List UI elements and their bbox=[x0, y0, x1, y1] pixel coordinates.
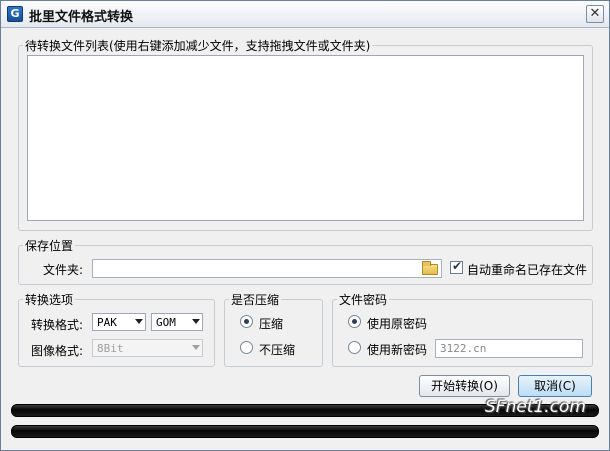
save-location-legend: 保存位置 bbox=[25, 239, 74, 253]
compress-label[interactable]: 压缩 bbox=[259, 315, 283, 332]
folder-browse-icon[interactable] bbox=[422, 261, 438, 275]
progress-bar-total bbox=[11, 425, 599, 438]
format-from-select[interactable]: PAK bbox=[92, 313, 146, 331]
image-format-select[interactable]: 8Bit bbox=[92, 339, 203, 357]
use-new-password-label[interactable]: 使用新密码 bbox=[367, 341, 427, 358]
no-compress-label[interactable]: 不压缩 bbox=[259, 341, 295, 358]
folder-label: 文件夹: bbox=[43, 263, 84, 277]
use-new-password-radio[interactable] bbox=[348, 341, 361, 354]
start-convert-button[interactable]: 开始转换(O) bbox=[419, 375, 510, 397]
auto-rename-checkbox[interactable]: ✔ bbox=[450, 259, 463, 274]
dialog-window: G 批里文件格式转换 ✕ 待转换文件列表(使用右键添加减少文件，支持拖拽文件或文… bbox=[0, 0, 610, 451]
auto-rename-label[interactable]: 自动重命名已存在文件 bbox=[467, 261, 587, 278]
format-to-select[interactable]: GOM bbox=[151, 313, 203, 331]
folder-path-input[interactable] bbox=[92, 259, 442, 278]
cancel-button[interactable]: 取消(C) bbox=[518, 375, 592, 397]
title-bar[interactable]: G 批里文件格式转换 ✕ bbox=[1, 1, 609, 28]
image-format-value: 8Bit bbox=[97, 342, 124, 355]
format-to-value: GOM bbox=[156, 316, 176, 329]
chevron-down-icon bbox=[192, 345, 200, 350]
window-title: 批里文件格式转换 bbox=[29, 10, 134, 25]
close-button[interactable]: ✕ bbox=[586, 5, 604, 23]
format-from-value: PAK bbox=[97, 316, 117, 329]
password-legend: 文件密码 bbox=[339, 293, 388, 307]
new-password-input[interactable]: 3122.cn bbox=[435, 339, 583, 358]
compression-legend: 是否压缩 bbox=[231, 293, 280, 307]
file-list-legend: 待转换文件列表(使用右键添加减少文件，支持拖拽文件或文件夹) bbox=[25, 39, 371, 53]
convert-options-legend: 转换选项 bbox=[25, 293, 74, 307]
checkmark-icon: ✔ bbox=[452, 259, 463, 273]
file-list-box[interactable] bbox=[27, 55, 584, 221]
no-compress-radio[interactable] bbox=[240, 341, 253, 354]
use-original-password-radio[interactable] bbox=[348, 315, 361, 328]
chevron-down-icon bbox=[192, 319, 200, 324]
close-icon: ✕ bbox=[589, 6, 601, 21]
use-original-password-label[interactable]: 使用原密码 bbox=[367, 315, 427, 332]
chevron-down-icon bbox=[135, 319, 143, 324]
image-format-label: 图像格式: bbox=[31, 344, 84, 358]
format-label: 转换格式: bbox=[31, 318, 84, 332]
compress-radio[interactable] bbox=[240, 315, 253, 328]
watermark-text: SFnet1.com bbox=[485, 397, 586, 417]
app-icon: G bbox=[7, 6, 23, 22]
